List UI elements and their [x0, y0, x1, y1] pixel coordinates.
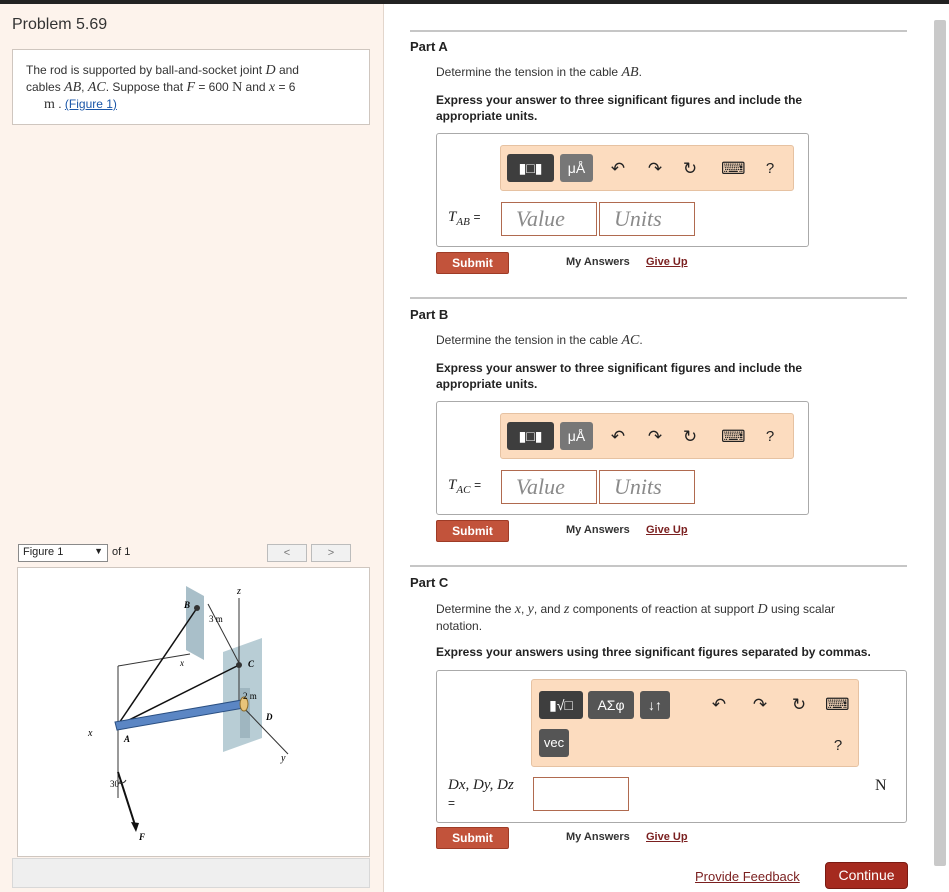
part-c-give-up-link[interactable]: Give Up — [646, 831, 688, 843]
part-c-submit-button[interactable]: Submit — [436, 827, 509, 849]
part-b-instruction: Express your answer to three significant… — [436, 361, 803, 391]
figure-toolbar: Figure 1 ▼ of 1 < > — [17, 544, 369, 564]
part-c-answer-input[interactable] — [533, 777, 629, 811]
part-a-toolbar: ▮□▮ μÅ ↶ ↷ ↻ ⌨ ? — [500, 145, 794, 191]
part-a-value-input[interactable]: Value — [501, 202, 597, 236]
help-icon[interactable]: ? — [759, 426, 781, 448]
greek-symbols-button[interactable]: ΑΣφ — [588, 691, 634, 719]
label-x-axis: x — [87, 728, 93, 739]
label-z: z — [236, 586, 241, 597]
units-button[interactable]: μÅ — [560, 154, 593, 182]
figure-panel: z B 3 m x C 2 m D x A y 30° F — [17, 567, 370, 857]
scrollbar[interactable] — [934, 20, 946, 866]
keyboard-icon[interactable]: ⌨ — [825, 694, 850, 716]
label-2m: 2 m — [243, 691, 257, 701]
force-f-arrowhead — [131, 822, 139, 832]
undo-icon[interactable]: ↶ — [607, 426, 629, 448]
anchor-c — [236, 662, 242, 668]
part-c-unit: N — [875, 777, 887, 794]
templates-icon[interactable]: ▮□▮ — [507, 422, 554, 450]
part-a-give-up-link[interactable]: Give Up — [646, 256, 688, 268]
part-c-my-answers[interactable]: My Answers — [566, 831, 630, 843]
part-a-units-input[interactable]: Units — [599, 202, 695, 236]
part-a-answer-box: ▮□▮ μÅ ↶ ↷ ↻ ⌨ ? TAB = Value Units — [436, 133, 809, 247]
part-c-answer-box: ▮√□ ΑΣφ ↓↑ ↶ ↷ ↻ ⌨ vec ? Dx, Dy, Dz = N — [436, 670, 907, 823]
provide-feedback-link[interactable]: Provide Feedback — [695, 869, 800, 884]
part-b-toolbar: ▮□▮ μÅ ↶ ↷ ↻ ⌨ ? — [500, 413, 794, 459]
part-c-title: Part C — [410, 575, 449, 590]
part-c-variable: Dx, Dy, Dz = — [448, 777, 514, 810]
keyboard-icon[interactable]: ⌨ — [721, 426, 746, 448]
problem-statement: The rod is supported by ball-and-socket … — [12, 49, 370, 125]
part-c-toolbar: ▮√□ ΑΣφ ↓↑ ↶ ↷ ↻ ⌨ vec ? — [531, 679, 859, 767]
redo-icon[interactable]: ↷ — [644, 158, 666, 180]
part-b-my-answers[interactable]: My Answers — [566, 524, 630, 536]
part-b-divider — [410, 297, 907, 299]
part-a-my-answers[interactable]: My Answers — [566, 256, 630, 268]
part-a-question: Determine the tension in the cable AB. — [436, 65, 642, 80]
sqrt-template-icon[interactable]: ▮√□ — [539, 691, 583, 719]
anchor-b — [194, 605, 200, 611]
figure-select[interactable]: Figure 1 ▼ — [18, 544, 108, 562]
part-a-submit-button[interactable]: Submit — [436, 252, 509, 274]
label-angle: 30° — [110, 779, 123, 789]
continue-button[interactable]: Continue — [825, 862, 908, 889]
chevron-down-icon: ▼ — [94, 546, 103, 556]
label-f: F — [138, 832, 145, 842]
part-b-question: Determine the tension in the cable AC. — [436, 333, 643, 348]
undo-icon[interactable]: ↶ — [607, 158, 629, 180]
figure-next-button[interactable]: > — [311, 544, 351, 562]
label-3m: 3 m — [209, 614, 223, 624]
redo-icon[interactable]: ↷ — [749, 694, 771, 716]
part-a-title: Part A — [410, 39, 448, 54]
part-b-submit-button[interactable]: Submit — [436, 520, 509, 542]
redo-icon[interactable]: ↷ — [644, 426, 666, 448]
left-bottom-strip — [12, 858, 370, 888]
part-b-units-input[interactable]: Units — [599, 470, 695, 504]
help-icon[interactable]: ? — [827, 735, 849, 757]
arrows-button[interactable]: ↓↑ — [640, 691, 670, 719]
label-y: y — [280, 753, 286, 764]
part-c-divider — [410, 565, 907, 567]
rod-cable-diagram: z B 3 m x C 2 m D x A y 30° F — [87, 586, 289, 842]
part-b-give-up-link[interactable]: Give Up — [646, 524, 688, 536]
cable-ab — [116, 607, 198, 727]
label-c: C — [248, 659, 255, 669]
figure-prev-button[interactable]: < — [267, 544, 307, 562]
part-a-variable: TAB = — [448, 209, 481, 228]
problem-title: Problem 5.69 — [12, 16, 108, 33]
figure-count: of 1 — [112, 546, 131, 558]
units-button[interactable]: μÅ — [560, 422, 593, 450]
label-a: A — [123, 734, 130, 744]
help-icon[interactable]: ? — [759, 158, 781, 180]
part-b-title: Part B — [410, 307, 449, 322]
label-d: D — [265, 712, 273, 722]
part-a-divider — [410, 30, 907, 32]
keyboard-icon[interactable]: ⌨ — [721, 158, 746, 180]
part-c-instruction: Express your answers using three signifi… — [436, 645, 871, 659]
vec-button[interactable]: vec — [539, 729, 569, 757]
label-x-dim: x — [179, 658, 184, 668]
part-b-value-input[interactable]: Value — [501, 470, 597, 504]
part-a-instruction: Express your answer to three significant… — [436, 93, 803, 123]
figure-link[interactable]: (Figure 1) — [65, 97, 117, 111]
part-b-answer-box: ▮□▮ μÅ ↶ ↷ ↻ ⌨ ? TAC = Value Units — [436, 401, 809, 515]
templates-icon[interactable]: ▮□▮ — [507, 154, 554, 182]
part-c-question: Determine the x, y, and z components of … — [436, 602, 835, 633]
wall-b-shade — [186, 586, 204, 660]
reset-icon[interactable]: ↻ — [679, 426, 701, 448]
part-b-variable: TAC = — [448, 477, 482, 496]
undo-icon[interactable]: ↶ — [708, 694, 730, 716]
reset-icon[interactable]: ↻ — [679, 158, 701, 180]
label-b: B — [183, 600, 190, 610]
reset-icon[interactable]: ↻ — [788, 694, 810, 716]
